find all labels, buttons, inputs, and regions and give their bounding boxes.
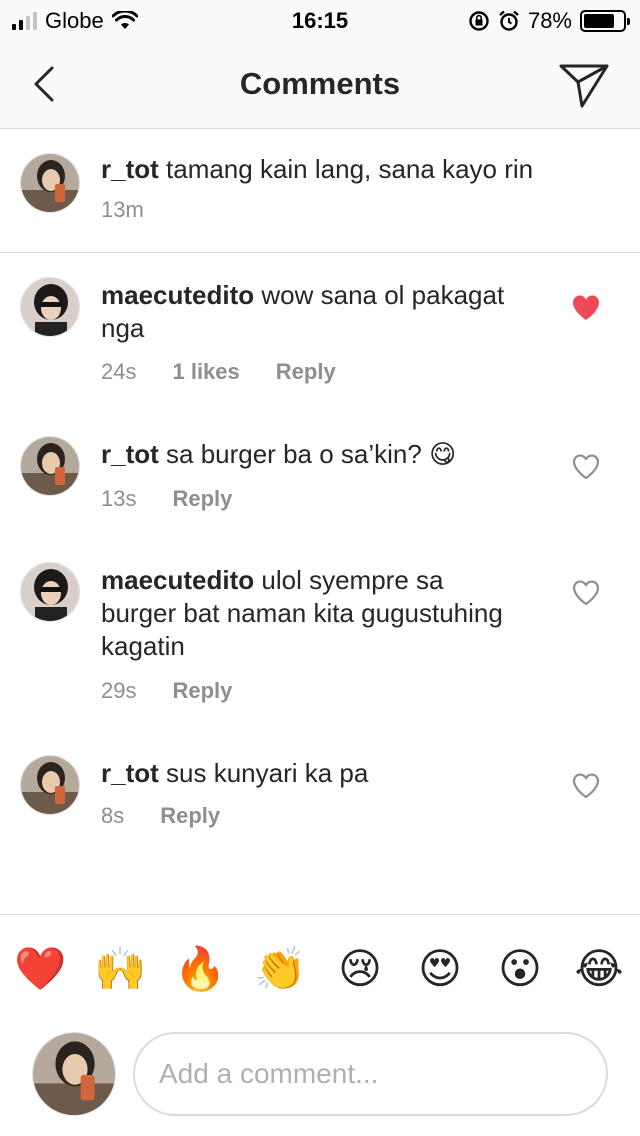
page-title: Comments xyxy=(239,66,401,101)
comment-item: r_tot sa burger ba o sa’kin? 😋 13s Reply xyxy=(0,412,640,522)
username[interactable]: r_tot xyxy=(101,154,159,184)
username[interactable]: maecutedito xyxy=(101,280,254,310)
status-right: 78% xyxy=(468,8,630,34)
battery-percent: 78% xyxy=(527,8,572,33)
avatar-image xyxy=(21,437,79,495)
username[interactable]: r_tot xyxy=(101,758,159,788)
username[interactable]: maecutedito xyxy=(101,565,254,595)
avatar-image xyxy=(21,563,79,621)
comment-meta: 24s 1 likes Reply xyxy=(101,359,336,385)
avatar-image xyxy=(21,154,79,212)
avatar-image xyxy=(33,1033,115,1115)
heart-eyes-emoji-icon[interactable]: 😍 xyxy=(414,943,466,995)
avatar[interactable] xyxy=(20,436,80,496)
fire-emoji-icon[interactable]: 🔥 xyxy=(174,943,226,995)
avatar[interactable] xyxy=(20,277,80,337)
comment-text: maecutedito ulol syempre sa burger bat n… xyxy=(101,564,521,663)
comment-time: 8s xyxy=(101,803,125,828)
comment-meta: 8s Reply xyxy=(101,803,220,829)
comment-text: maecutedito wow sana ol pakagat nga xyxy=(101,279,521,345)
comment-time: 13s xyxy=(101,486,137,511)
heart-filled-icon[interactable] xyxy=(571,293,601,321)
avatar-image xyxy=(21,278,79,336)
emoji-quick-bar: ❤️ 🙌 🔥 👏 😢 😍 😮 😂 xyxy=(0,914,640,1024)
heart-outline-icon[interactable] xyxy=(571,771,601,799)
comment-meta: 29s Reply xyxy=(101,678,232,704)
tears-of-joy-emoji-icon[interactable]: 😂 xyxy=(573,943,625,995)
comment-item: maecutedito ulol syempre sa burger bat n… xyxy=(0,538,640,713)
battery-icon xyxy=(580,10,630,32)
username[interactable]: r_tot xyxy=(101,439,159,469)
likes-count[interactable]: 1 likes xyxy=(172,359,239,385)
comment-text: r_tot sus kunyari ka pa xyxy=(101,757,541,790)
raising-hands-emoji-icon[interactable]: 🙌 xyxy=(94,943,146,995)
caption-meta: 13m xyxy=(101,197,144,223)
orientation-lock-icon xyxy=(469,11,489,31)
comment-time: 24s xyxy=(101,359,137,384)
battery-fill xyxy=(584,14,614,28)
comment-body: sus kunyari ka pa xyxy=(158,758,369,788)
comment-body: tamang kain lang, sana kayo rin xyxy=(158,154,534,184)
comment-item: r_tot sus kunyari ka pa 8s Reply xyxy=(0,731,640,841)
comment-meta: 13s Reply xyxy=(101,486,232,512)
comment-time: 13m xyxy=(101,197,144,222)
avatar-image xyxy=(21,756,79,814)
reply-button[interactable]: Reply xyxy=(160,803,220,829)
reply-button[interactable]: Reply xyxy=(276,359,336,385)
comment-input[interactable] xyxy=(133,1032,608,1116)
comment-time: 29s xyxy=(101,678,137,703)
clapping-hands-emoji-icon[interactable]: 👏 xyxy=(254,943,306,995)
paper-plane-icon[interactable] xyxy=(558,62,610,108)
heart-emoji-icon[interactable]: ❤️ xyxy=(14,943,66,995)
current-user-avatar xyxy=(32,1032,116,1116)
avatar[interactable] xyxy=(20,755,80,815)
status-bar: Globe 16:15 78% xyxy=(0,0,640,40)
heart-outline-icon[interactable] xyxy=(571,578,601,606)
reply-button[interactable]: Reply xyxy=(172,486,232,512)
avatar[interactable] xyxy=(20,153,80,213)
post-caption: r_tot tamang kain lang, sana kayo rin 13… xyxy=(0,129,640,253)
heart-outline-icon[interactable] xyxy=(571,452,601,480)
emoji-yum-icon: 😋 xyxy=(429,439,457,469)
avatar[interactable] xyxy=(20,562,80,622)
crying-face-emoji-icon[interactable]: 😢 xyxy=(334,943,386,995)
surprised-face-emoji-icon[interactable]: 😮 xyxy=(494,943,546,995)
comment-text: r_tot sa burger ba o sa’kin? 😋 xyxy=(101,438,541,471)
reply-button[interactable]: Reply xyxy=(172,678,232,704)
alarm-icon xyxy=(499,10,519,31)
comment-item: maecutedito wow sana ol pakagat nga 24s … xyxy=(0,253,640,393)
nav-bar: Comments xyxy=(0,40,640,129)
caption-text: r_tot tamang kain lang, sana kayo rin xyxy=(101,153,601,186)
comment-body: sa burger ba o sa’kin? xyxy=(158,439,422,469)
